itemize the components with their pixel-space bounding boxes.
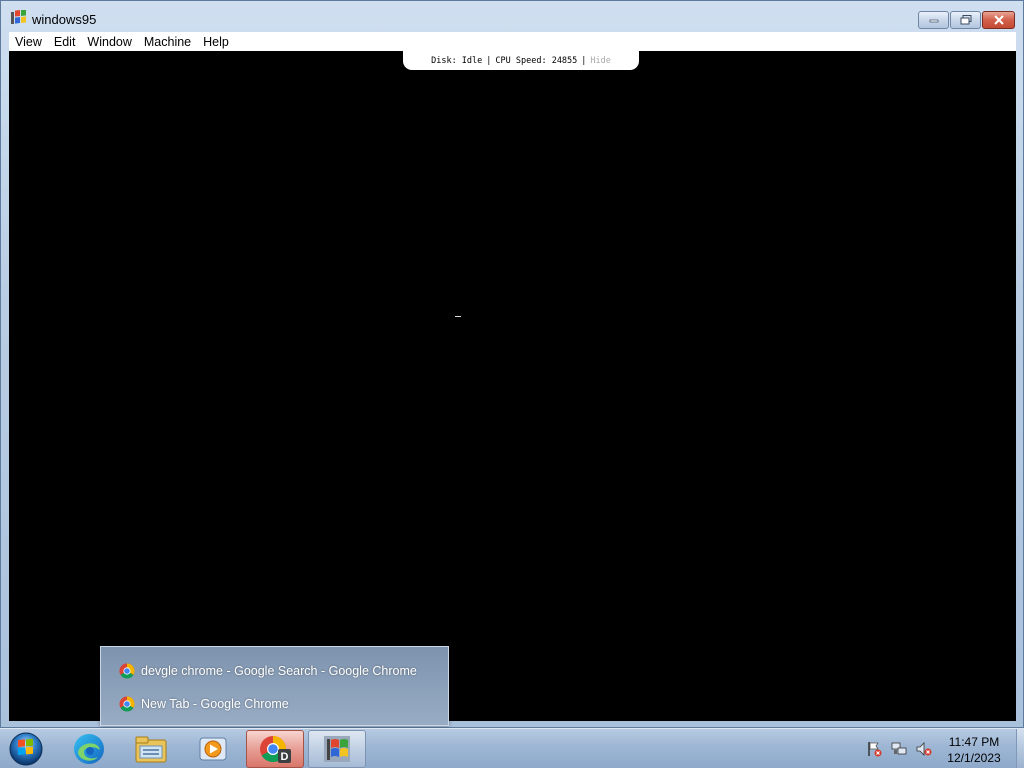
close-icon — [993, 15, 1004, 25]
caption-buttons — [918, 11, 1015, 29]
volume-muted-icon[interactable] — [916, 741, 932, 757]
show-desktop-button[interactable] — [1016, 729, 1024, 768]
chrome-profile-badge: D — [281, 751, 289, 763]
taskbar-media-player-button[interactable] — [184, 730, 242, 768]
menu-view[interactable]: View — [15, 35, 42, 49]
chrome-icon — [119, 696, 135, 712]
taskbar-windows95-button[interactable] — [308, 730, 366, 768]
disk-status: Disk: Idle — [431, 55, 483, 66]
chrome-icon — [119, 663, 135, 679]
restore-icon — [960, 15, 971, 25]
taskbar-chrome-button[interactable]: D — [246, 730, 304, 768]
taskbar: D 11:47 PM 12/1/2023 — [0, 728, 1024, 768]
taskbar-thumbnail-popup: devgle chrome - Google Search - Google C… — [100, 646, 449, 726]
emulator-window: windows95 View Edit Window Machine Help — [0, 0, 1024, 728]
clock-date: 12/1/2023 — [947, 751, 1001, 765]
menu-window[interactable]: Window — [87, 35, 131, 49]
chrome-icon: D — [260, 735, 291, 763]
taskbar-explorer-button[interactable] — [122, 730, 180, 768]
menu-edit[interactable]: Edit — [54, 35, 76, 49]
status-separator: | — [486, 55, 492, 66]
windows-start-orb-icon[interactable] — [7, 731, 45, 767]
jumplist-item-label: New Tab - Google Chrome — [141, 697, 289, 711]
clock-time: 11:47 PM — [948, 735, 1000, 749]
network-icon[interactable] — [891, 741, 907, 757]
status-separator: | — [581, 55, 587, 66]
system-clock[interactable]: 11:47 PM 12/1/2023 — [934, 734, 1014, 766]
windows95-icon — [324, 736, 350, 762]
file-explorer-icon — [135, 736, 167, 763]
text-cursor — [455, 316, 461, 317]
emulator-screen[interactable]: Disk: Idle | CPU Speed: 24855 | Hide — [9, 51, 1016, 721]
maximize-button[interactable] — [950, 11, 981, 29]
hide-status-button[interactable]: Hide — [590, 56, 610, 66]
edge-icon — [74, 734, 104, 764]
close-button[interactable] — [982, 11, 1015, 29]
minimize-icon — [929, 19, 938, 23]
jumplist-item[interactable]: New Tab - Google Chrome — [119, 694, 289, 714]
menu-help[interactable]: Help — [203, 35, 229, 49]
media-player-icon — [199, 737, 227, 761]
minimize-button[interactable] — [918, 11, 949, 29]
menu-bar: View Edit Window Machine Help — [9, 32, 1016, 51]
window-title: windows95 — [32, 12, 97, 27]
windows95-logo-icon — [11, 10, 26, 24]
title-bar[interactable]: windows95 — [1, 1, 1023, 33]
cpu-speed: CPU Speed: 24855 — [495, 55, 578, 66]
status-bar: Disk: Idle | CPU Speed: 24855 | Hide — [403, 51, 639, 70]
jumplist-item-label: devgle chrome - Google Search - Google C… — [141, 664, 417, 678]
action-center-flag-icon[interactable] — [866, 741, 882, 757]
taskbar-edge-button[interactable] — [60, 730, 118, 768]
jumplist-item[interactable]: devgle chrome - Google Search - Google C… — [119, 661, 417, 681]
menu-machine[interactable]: Machine — [144, 35, 191, 49]
